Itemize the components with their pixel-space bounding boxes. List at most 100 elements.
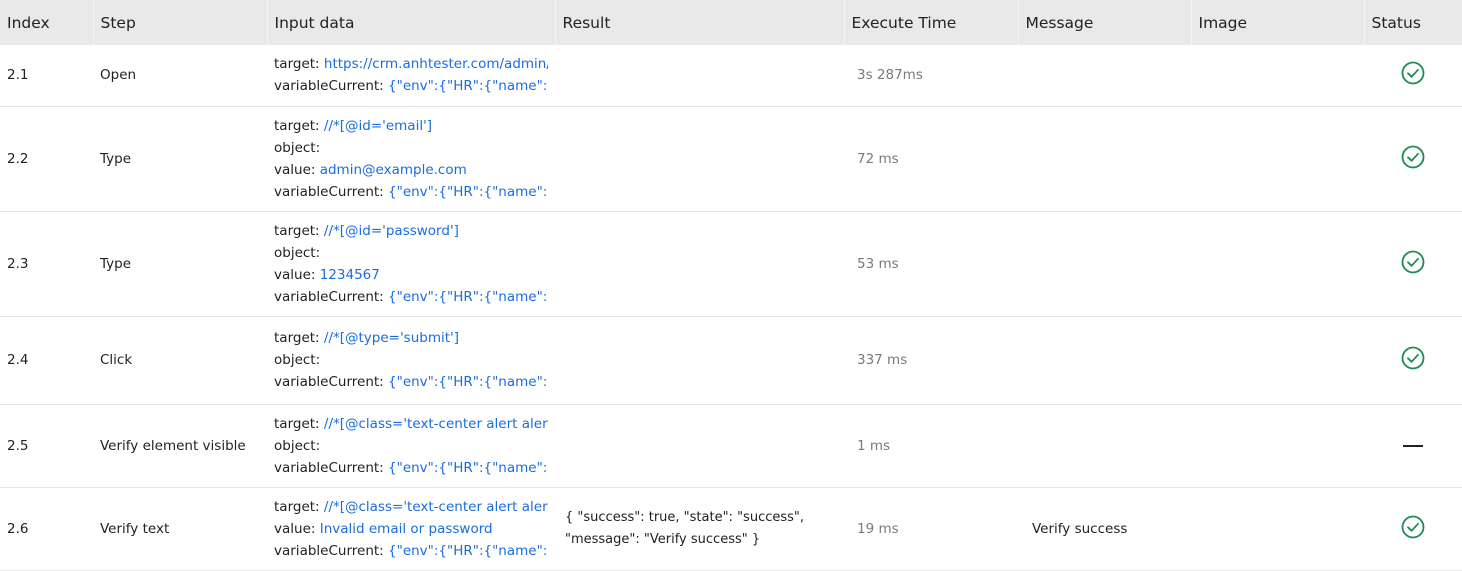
row-result <box>555 211 844 316</box>
row-index: 2.5 <box>7 437 29 454</box>
input-line: target: https://crm.anhtester.com/admin/… <box>274 53 548 75</box>
table-row[interactable]: 2.3 Type target: //*[@id='password'] object… <box>0 211 1462 316</box>
check-circle-icon <box>1401 145 1425 168</box>
input-key: target: <box>274 56 324 73</box>
input-key: value: <box>274 266 320 283</box>
input-line: target: //*[@type='submit'] <box>274 327 548 349</box>
row-execute-time: 72 ms <box>857 150 899 167</box>
input-value[interactable]: admin@example.com <box>320 162 467 178</box>
row-message <box>1018 316 1191 404</box>
row-input-data: target: https://crm.anhtester.com/admin/… <box>267 45 555 106</box>
row-step: Verify element visible <box>100 437 246 454</box>
input-value[interactable]: {"env":{"HR":{"name":"HR"... <box>388 78 548 94</box>
check-circle-icon <box>1401 515 1425 538</box>
input-value[interactable]: Invalid email or password <box>320 521 493 537</box>
header-step[interactable]: Step <box>93 0 268 45</box>
input-line: value: 1234567 <box>274 264 548 286</box>
input-key: object: <box>274 437 321 454</box>
row-result <box>555 45 844 106</box>
input-line: variableCurrent: {"env":{"HR":{"name":"H… <box>274 181 548 203</box>
row-image <box>1191 106 1364 211</box>
input-key: target: <box>274 222 324 239</box>
check-circle-icon <box>1401 250 1425 273</box>
table-row[interactable]: 2.5 Verify element visible target: //*[@cl… <box>0 404 1462 487</box>
input-value[interactable]: //*[@class='text-center alert alert-... <box>324 499 548 515</box>
input-line: variableCurrent: {"env":{"HR":{"name":"H… <box>274 540 548 562</box>
report-table: Index Step Input data Result Execute Tim… <box>0 0 1462 571</box>
input-value[interactable]: {"env":{"HR":{"name":"HR"... <box>388 374 548 390</box>
input-value[interactable]: //*[@id='password'] <box>324 223 459 239</box>
row-image <box>1191 316 1364 404</box>
row-input-data: target: //*[@class='text-center alert al… <box>267 404 555 487</box>
row-status <box>1364 106 1462 211</box>
row-result: { "success": true, "state": "success", "… <box>565 509 805 547</box>
row-status <box>1364 211 1462 316</box>
header-image[interactable]: Image <box>1191 0 1365 45</box>
header-status[interactable]: Status <box>1364 0 1462 45</box>
row-index: 2.6 <box>7 520 29 537</box>
input-value[interactable]: https://crm.anhtester.com/admin/... <box>324 56 548 72</box>
row-result <box>555 316 844 404</box>
row-index: 2.4 <box>7 352 29 368</box>
header-execute-time[interactable]: Execute Time <box>844 0 1019 45</box>
input-key: variableCurrent: <box>274 183 389 200</box>
input-line: object: <box>274 137 548 159</box>
input-line: value: Invalid email or password <box>274 518 548 540</box>
row-message <box>1018 106 1191 211</box>
dash-icon <box>1403 444 1423 447</box>
table-row[interactable]: 2.2 Type target: //*[@id='email'] object: v… <box>0 106 1462 211</box>
input-line: target: //*[@class='text-center alert al… <box>274 413 548 435</box>
row-image <box>1191 211 1364 316</box>
row-execute-time: 53 ms <box>857 255 899 272</box>
row-result <box>555 404 844 487</box>
row-input-data: target: //*[@id='password'] object: value… <box>267 211 555 316</box>
header-index[interactable]: Index <box>0 0 94 45</box>
row-image <box>1191 404 1364 487</box>
input-line: variableCurrent: {"env":{"HR":{"name":"H… <box>274 371 548 393</box>
row-execute-time: 337 ms <box>857 352 908 368</box>
row-message: Verify success <box>1032 520 1128 537</box>
row-execute-time: 3s 287ms <box>857 67 923 84</box>
input-key: target: <box>274 415 324 432</box>
input-key: value: <box>274 161 320 178</box>
input-key: target: <box>274 117 324 134</box>
row-index: 2.2 <box>7 150 29 167</box>
row-input-data: target: //*[@class='text-center alert al… <box>267 487 555 570</box>
header-result[interactable]: Result <box>555 0 845 45</box>
input-line: object: <box>274 349 548 371</box>
input-value[interactable]: //*[@class='text-center alert alert-... <box>324 416 548 432</box>
row-status <box>1364 487 1462 570</box>
table-row[interactable]: 2.4 Click target: //*[@type='submit'] objec… <box>0 316 1462 404</box>
row-step: Verify text <box>100 520 170 537</box>
check-circle-icon <box>1401 346 1425 370</box>
row-result <box>555 106 844 211</box>
row-message <box>1018 404 1191 487</box>
input-line: value: admin@example.com <box>274 159 548 181</box>
input-value[interactable]: {"env":{"HR":{"name":"HR"... <box>388 289 548 305</box>
input-value[interactable]: {"env":{"HR":{"name":"HR"... <box>388 460 548 476</box>
input-key: object: <box>274 244 321 261</box>
row-message <box>1018 45 1191 106</box>
input-value[interactable]: {"env":{"HR":{"name":"HR"... <box>388 543 548 559</box>
row-execute-time: 1 ms <box>857 437 891 454</box>
header-message[interactable]: Message <box>1018 0 1192 45</box>
input-key: variableCurrent: <box>274 288 389 305</box>
input-value[interactable]: //*[@type='submit'] <box>324 330 459 346</box>
input-key: variableCurrent: <box>274 78 389 95</box>
table-header: Index Step Input data Result Execute Tim… <box>0 0 1462 45</box>
row-input-data: target: //*[@type='submit'] object: varia… <box>267 316 555 404</box>
input-key: variableCurrent: <box>274 374 389 390</box>
row-image <box>1191 45 1364 106</box>
row-index: 2.1 <box>7 67 29 84</box>
input-value[interactable]: //*[@id='email'] <box>324 118 432 134</box>
input-key: target: <box>274 330 324 346</box>
row-step: Click <box>100 352 133 368</box>
table-row[interactable]: 2.1 Open target: https://crm.anhtester.com… <box>0 45 1462 106</box>
input-value[interactable]: 1234567 <box>320 267 380 283</box>
table-row[interactable]: 2.6 Verify text target: //*[@class='text-c… <box>0 487 1462 570</box>
row-execute-time: 19 ms <box>857 520 899 537</box>
row-step: Open <box>100 67 137 84</box>
input-key: target: <box>274 498 324 515</box>
input-value[interactable]: {"env":{"HR":{"name":"HR"... <box>388 184 548 200</box>
header-input-data[interactable]: Input data <box>267 0 556 45</box>
